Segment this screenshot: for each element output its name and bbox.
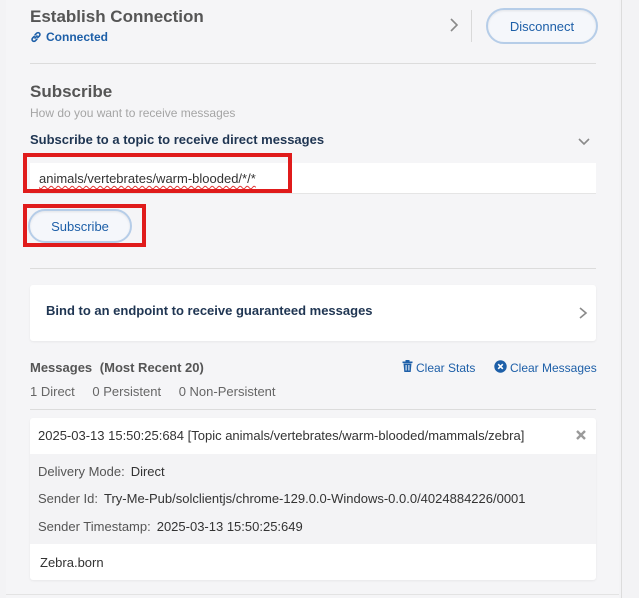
connection-status-text: Connected [46, 30, 109, 44]
divider [30, 63, 596, 64]
bind-endpoint-label: Bind to an endpoint to receive guarantee… [46, 303, 373, 318]
chevron-down-icon[interactable] [576, 135, 592, 149]
sender-id-row: Sender Id: Try-Me-Pub/solclientjs/chrome-… [38, 491, 526, 506]
sender-timestamp-key: Sender Timestamp: [38, 519, 151, 534]
trash-icon [402, 360, 413, 375]
sender-timestamp-value: 2025-03-13 15:50:25:649 [156, 519, 303, 534]
clear-messages-button[interactable]: Clear Messages [494, 360, 597, 376]
count-direct: 1 Direct [30, 384, 75, 399]
subscribe-title: Subscribe [30, 82, 113, 101]
divider [30, 268, 596, 269]
chevron-right-icon[interactable] [446, 16, 462, 34]
divider [30, 409, 596, 410]
divider [471, 10, 472, 42]
bind-endpoint-card[interactable]: Bind to an endpoint to receive guarantee… [30, 285, 596, 341]
clear-stats-button[interactable]: Clear Stats [402, 360, 475, 375]
count-non-persistent: 0 Non-Persistent [178, 384, 276, 399]
subscribe-button[interactable]: Subscribe [28, 209, 132, 243]
messages-title: Messages (Most Recent 20) [30, 360, 204, 375]
disconnect-button[interactable]: Disconnect [486, 8, 598, 44]
topic-input[interactable] [30, 163, 596, 194]
message-card: 2025-03-13 15:50:25:684 [Topic animals/v… [30, 418, 596, 580]
chevron-right-icon [577, 305, 589, 321]
panel-divider [621, 0, 622, 598]
close-icon[interactable] [575, 428, 587, 440]
topic-section-toggle[interactable]: Subscribe to a topic to receive direct m… [30, 132, 324, 147]
delivery-mode-row: Delivery Mode: Direct [38, 464, 165, 479]
message-counts: 1 Direct 0 Persistent 0 Non-Persistent [30, 384, 290, 399]
close-circle-icon [494, 360, 507, 376]
message-body: Zebra.born [40, 555, 104, 570]
sender-timestamp-row: Sender Timestamp: 2025-03-13 15:50:25:649 [38, 519, 303, 534]
sender-id-key: Sender Id: [38, 491, 98, 506]
clear-stats-label: Clear Stats [416, 360, 476, 375]
messages-title-suffix: (Most Recent 20) [99, 360, 204, 375]
clear-messages-label: Clear Messages [510, 361, 597, 375]
divider [6, 594, 619, 595]
delivery-mode-key: Delivery Mode: [38, 464, 125, 479]
message-header: 2025-03-13 15:50:25:684 [Topic animals/v… [38, 428, 525, 443]
connection-status: Connected [30, 30, 108, 44]
message-metadata: Delivery Mode: Direct Sender Id: Try-Me-Pu… [30, 454, 596, 544]
connection-title: Establish Connection [30, 7, 204, 26]
messages-title-text: Messages [30, 360, 93, 375]
link-icon [30, 31, 42, 43]
sender-id-value: Try-Me-Pub/solclientjs/chrome-129.0.0-Wi… [104, 491, 526, 506]
count-persistent: 0 Persistent [92, 384, 162, 399]
delivery-mode-value: Direct [130, 464, 165, 479]
subscribe-subtitle: How do you want to receive messages [30, 106, 236, 120]
